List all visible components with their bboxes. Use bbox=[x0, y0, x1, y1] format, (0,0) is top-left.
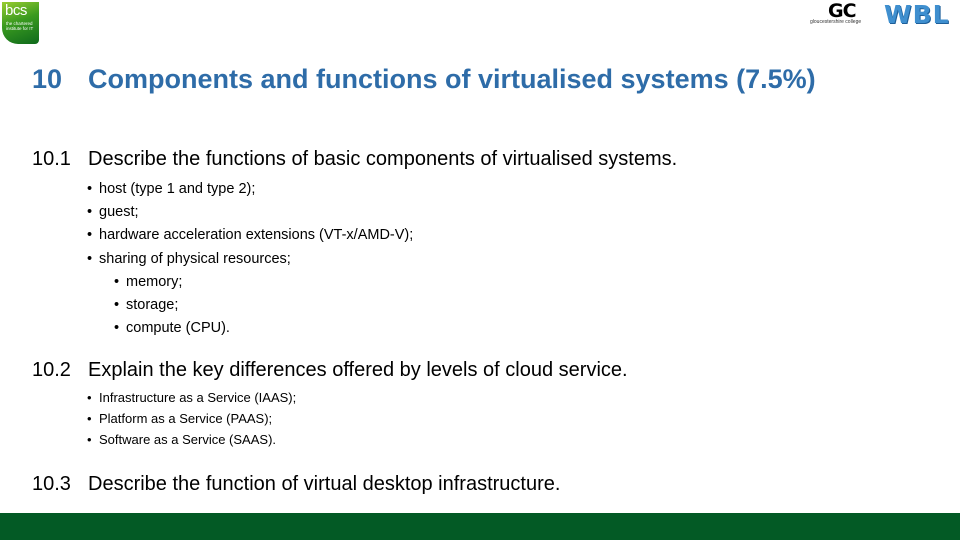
section-text: Explain the key differences offered by l… bbox=[88, 359, 628, 381]
title-number: 10 bbox=[32, 64, 63, 94]
footer-bar bbox=[0, 513, 960, 540]
section-10-2-heading: 10.2 Explain the key differences offered … bbox=[32, 359, 628, 382]
section-text: Describe the functions of basic componen… bbox=[88, 148, 678, 170]
gloucestershire-college-logo: GC gloucestershire college bbox=[808, 0, 874, 27]
section-number: 10.1 bbox=[32, 148, 71, 170]
wbl-logo: WBL bbox=[884, 0, 950, 29]
section-text: Describe the function of virtual desktop… bbox=[88, 473, 561, 495]
list-item: hardware acceleration extensions (VT-x/A… bbox=[87, 224, 413, 247]
list-item: host (type 1 and type 2); bbox=[87, 178, 413, 201]
sub-list-item: storage; bbox=[114, 294, 413, 317]
list-item: sharing of physical resources; bbox=[87, 248, 413, 271]
list-item: Software as a Service (SAAS). bbox=[87, 429, 296, 450]
list-item: Platform as a Service (PAAS); bbox=[87, 408, 296, 429]
list-item: Infrastructure as a Service (IAAS); bbox=[87, 387, 296, 408]
gc-logo-subtitle: gloucestershire college bbox=[810, 19, 862, 25]
sub-list-item: compute (CPU). bbox=[114, 317, 413, 340]
section-number: 10.2 bbox=[32, 359, 71, 381]
title-text: Components and functions of virtualised … bbox=[88, 64, 816, 94]
section-10-3-heading: 10.3 Describe the function of virtual des… bbox=[32, 473, 560, 496]
section-10-2-bullets: Infrastructure as a Service (IAAS); Plat… bbox=[87, 387, 296, 450]
section-number: 10.3 bbox=[32, 473, 71, 495]
bcs-logo: bcs the chartered institute for IT bbox=[2, 2, 39, 44]
section-10-1-heading: 10.1 Describe the functions of basic comp… bbox=[32, 148, 677, 171]
bcs-logo-word: bcs bbox=[5, 2, 27, 19]
sub-list-item: memory; bbox=[114, 271, 413, 294]
section-10-1-bullets: host (type 1 and type 2); guest; hardwar… bbox=[87, 178, 413, 341]
bcs-logo-tagline: the chartered institute for IT bbox=[6, 21, 34, 31]
page-title: 10 Components and functions of virtualise… bbox=[32, 64, 816, 95]
list-item: guest; bbox=[87, 201, 413, 224]
